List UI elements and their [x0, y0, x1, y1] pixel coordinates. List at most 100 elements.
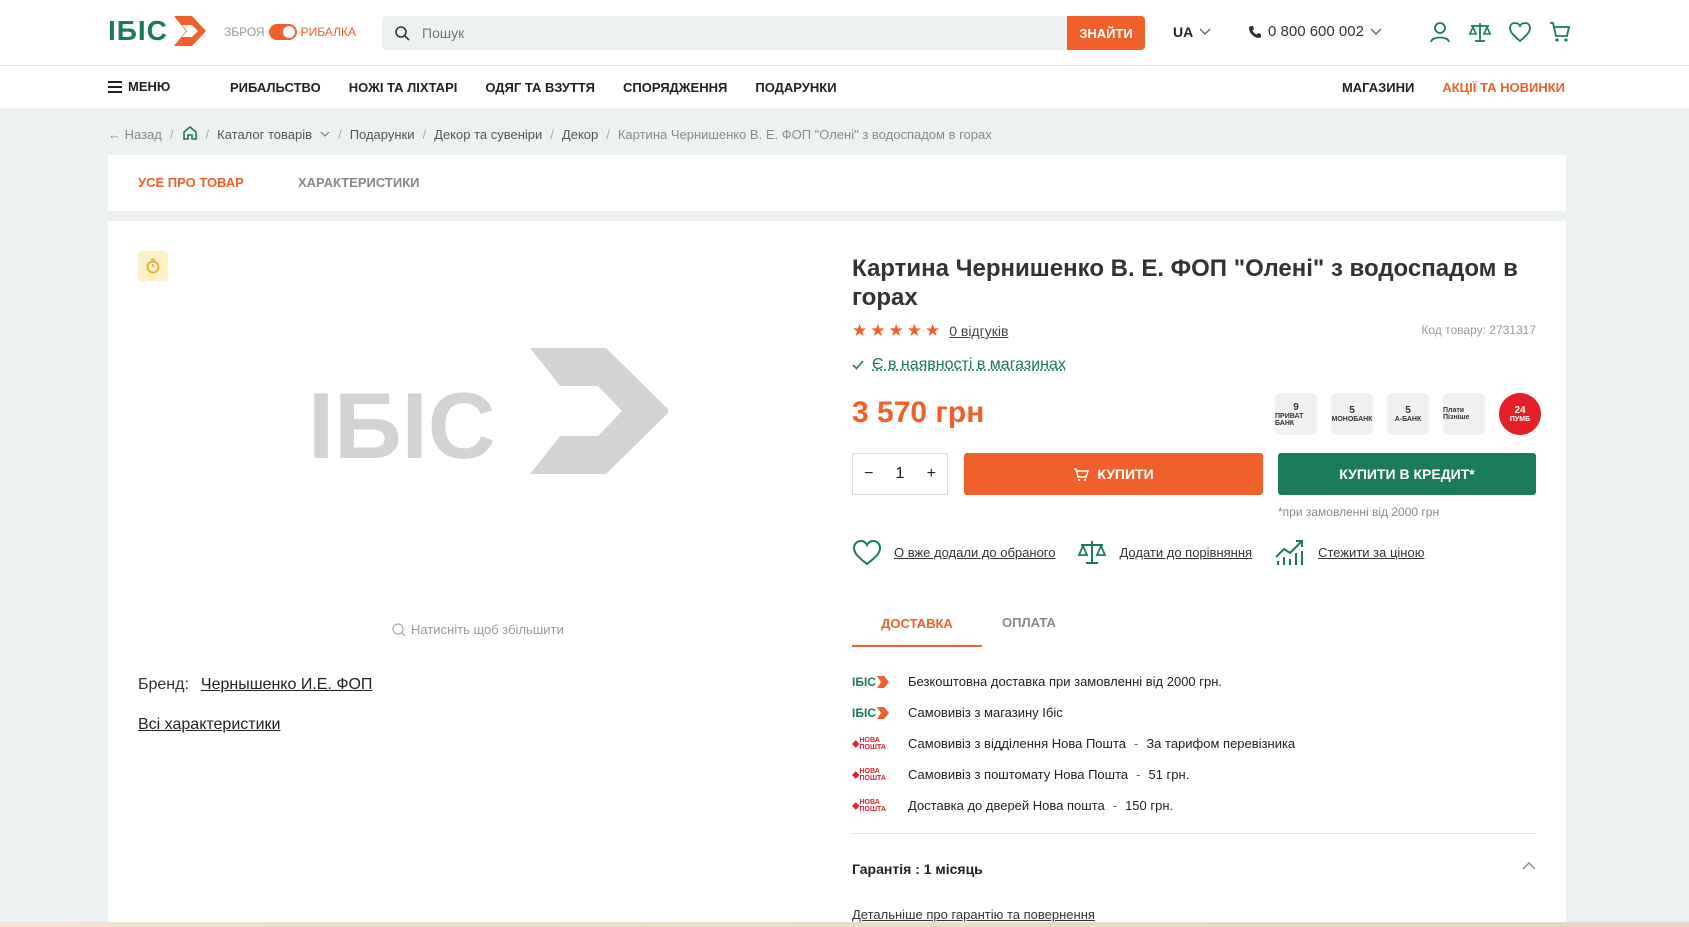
pay-later-badge[interactable]: Плати Пізніше: [1443, 393, 1485, 435]
breadcrumb-separator: /: [205, 126, 210, 142]
hamburger-icon: [108, 80, 122, 93]
favorite-action[interactable]: О вже додали до обраного: [852, 537, 1055, 567]
heart-icon[interactable]: [1508, 20, 1532, 44]
pumb-badge[interactable]: 24 ПУМБ: [1499, 393, 1541, 435]
nav-item-clothing[interactable]: ОДЯГ ТА ВЗУТТЯ: [485, 80, 595, 95]
compare-action[interactable]: Додати до порівняння: [1077, 537, 1252, 567]
nav-categories: РИБАЛЬСТВО НОЖІ ТА ЛІХТАРІ ОДЯГ ТА ВЗУТТ…: [230, 80, 837, 95]
nav-item-stores[interactable]: МАГАЗИНИ: [1342, 80, 1414, 95]
reviews-link[interactable]: 0 відгуків: [949, 323, 1008, 339]
nova-poshta-text: НОВА ПОШТА: [859, 767, 886, 782]
search-button[interactable]: ЗНАЙТИ: [1067, 16, 1145, 50]
breadcrumb-catalog[interactable]: Каталог товарів: [217, 127, 312, 142]
monobank-badge[interactable]: 5 МОНОБАНК: [1331, 393, 1373, 435]
logo-arrow-icon: [876, 675, 889, 688]
pay-later-label: Плати Пізніше: [1443, 407, 1470, 421]
delivery-text: Самовивіз з поштомату Нова Пошта: [908, 767, 1129, 782]
ibis-mini-text: ІБІС: [852, 674, 876, 689]
nav-item-promo[interactable]: АКЦІЇ ТА НОВИНКИ: [1442, 80, 1565, 95]
abank-label: А-БАНК: [1394, 416, 1422, 423]
language-select[interactable]: UA: [1173, 24, 1211, 40]
site-logo[interactable]: ІБІС: [108, 14, 208, 48]
credit-note: *при замовленні від 2000 грн: [1278, 505, 1440, 519]
language-value: UA: [1173, 24, 1194, 40]
check-icon: [852, 360, 864, 370]
phone-number: 0 800 600 002: [1268, 23, 1364, 40]
star-rating: ★★★★★: [852, 321, 944, 340]
delivery-separator: -: [1133, 736, 1139, 751]
phone-dropdown[interactable]: 0 800 600 002: [1248, 23, 1382, 40]
delivery-text: Самовивіз з відділення Нова Пошта: [908, 736, 1126, 751]
mode-toggle[interactable]: ЗБРОЯ РИБАЛКА: [224, 24, 356, 40]
nav-item-equipment[interactable]: СПОРЯДЖЕННЯ: [623, 80, 727, 95]
stock-status[interactable]: Є в наявності в магазинах: [852, 356, 1066, 374]
buy-button[interactable]: КУПИТИ: [964, 453, 1263, 495]
brand-link[interactable]: Чернышенко И.Е. ФОП: [201, 676, 373, 693]
toggle-switch[interactable]: [268, 24, 297, 40]
qty-increase-button[interactable]: +: [927, 465, 936, 483]
breadcrumb: ← Назад / / Каталог товарів / Подарунки …: [108, 125, 992, 143]
menu-button[interactable]: МЕНЮ: [108, 79, 170, 94]
rating-row: ★★★★★ 0 відгуків: [852, 321, 1008, 341]
main-nav: МЕНЮ РИБАЛЬСТВО НОЖІ ТА ЛІХТАРІ ОДЯГ ТА …: [0, 66, 1689, 108]
delivery-text: Самовивіз з магазину Ібіс: [908, 705, 1063, 720]
nav-item-gifts[interactable]: ПОДАРУНКИ: [755, 80, 836, 95]
breadcrumb-separator: /: [169, 126, 174, 142]
favorite-label: О вже додали до обраного: [894, 544, 1056, 560]
breadcrumb-separator: /: [338, 126, 342, 142]
delivery-price: 51 грн.: [1148, 767, 1190, 782]
back-link[interactable]: ← Назад: [108, 127, 162, 142]
delivery-price: За тарифом перевізника: [1146, 736, 1296, 751]
tab-payment[interactable]: ОПЛАТА: [1002, 615, 1056, 630]
breadcrumb-decor[interactable]: Декор: [562, 127, 598, 142]
quantity-stepper: − 1 +: [852, 453, 948, 495]
delivery-text: Доставка до дверей Нова пошта: [908, 798, 1105, 813]
breadcrumb-gifts[interactable]: Подарунки: [350, 127, 415, 142]
compare-icon[interactable]: [1468, 20, 1492, 44]
privatbank-badge[interactable]: 9 ПРИВАТ БАНК: [1275, 393, 1317, 435]
tab-delivery[interactable]: ДОСТАВКА: [852, 601, 982, 647]
price-watch-label: Стежити за ціною: [1318, 544, 1425, 560]
abank-badge[interactable]: 5 А-БАНК: [1387, 393, 1429, 435]
warranty-accordion[interactable]: Гарантія : 1 місяць: [852, 861, 1536, 877]
buy-credit-button[interactable]: КУПИТИ В КРЕДИТ*: [1278, 453, 1536, 495]
delivery-list: ІБІС Безкоштовна доставка при замовленні…: [852, 666, 1536, 821]
zoom-hint: Натисніть щоб збільшити: [392, 622, 564, 637]
logo-arrow-icon: [876, 706, 889, 719]
user-icon[interactable]: [1428, 20, 1452, 44]
phone-icon: [1249, 25, 1261, 38]
divider: [852, 833, 1536, 834]
page-bottom-strip: [0, 922, 1689, 927]
compare-icon: [1078, 541, 1107, 564]
qty-value[interactable]: 1: [896, 465, 905, 483]
breadcrumb-decor-souvenirs[interactable]: Декор та сувеніри: [434, 127, 542, 142]
pumb-label: ПУМБ: [1509, 416, 1531, 423]
stopwatch-icon: [146, 258, 160, 274]
qty-decrease-button[interactable]: −: [864, 465, 873, 483]
chevron-up-icon[interactable]: [1522, 861, 1536, 870]
price-watch-action[interactable]: Стежити за ціною: [1274, 537, 1424, 567]
product-image-placeholder[interactable]: ІБІС: [308, 346, 670, 478]
tab-specs[interactable]: ХАРАКТЕРИСТИКИ: [298, 175, 420, 190]
ibis-mini-text: ІБІС: [852, 705, 876, 720]
home-icon[interactable]: [182, 125, 198, 143]
product-card: ІБІС Натисніть щоб збільшити Бренд: Черны…: [108, 221, 1566, 927]
ibis-mini-logo: ІБІС: [852, 674, 896, 690]
nova-poshta-logo: НОВА ПОШТА: [852, 798, 896, 814]
nav-item-knives[interactable]: НОЖІ ТА ЛІХТАРІ: [349, 80, 458, 95]
timer-badge: [138, 251, 168, 281]
cart-icon[interactable]: [1548, 20, 1572, 44]
warranty-details-link[interactable]: Детальніше про гарантію та повернення: [852, 907, 1095, 922]
monobank-months: 5: [1349, 405, 1355, 416]
delivery-separator: -: [1112, 798, 1118, 813]
product-tabs: УСЕ ПРО ТОВАР ХАРАКТЕРИСТИКИ: [108, 155, 1566, 211]
nav-item-fishing[interactable]: РИБАЛЬСТВО: [230, 80, 321, 95]
buy-label: КУПИТИ: [1097, 466, 1154, 482]
search-input[interactable]: [422, 25, 1067, 41]
price-chart-icon: [1275, 540, 1304, 565]
delivery-payment-tabs: ДОСТАВКА ОПЛАТА: [852, 601, 1536, 647]
compare-label: Додати до порівняння: [1119, 544, 1253, 560]
list-item: НОВА ПОШТА Доставка до дверей Нова пошта…: [852, 790, 1536, 821]
all-specs-link[interactable]: Всі характеристики: [138, 716, 280, 734]
tab-about[interactable]: УСЕ ПРО ТОВАР: [138, 175, 244, 190]
